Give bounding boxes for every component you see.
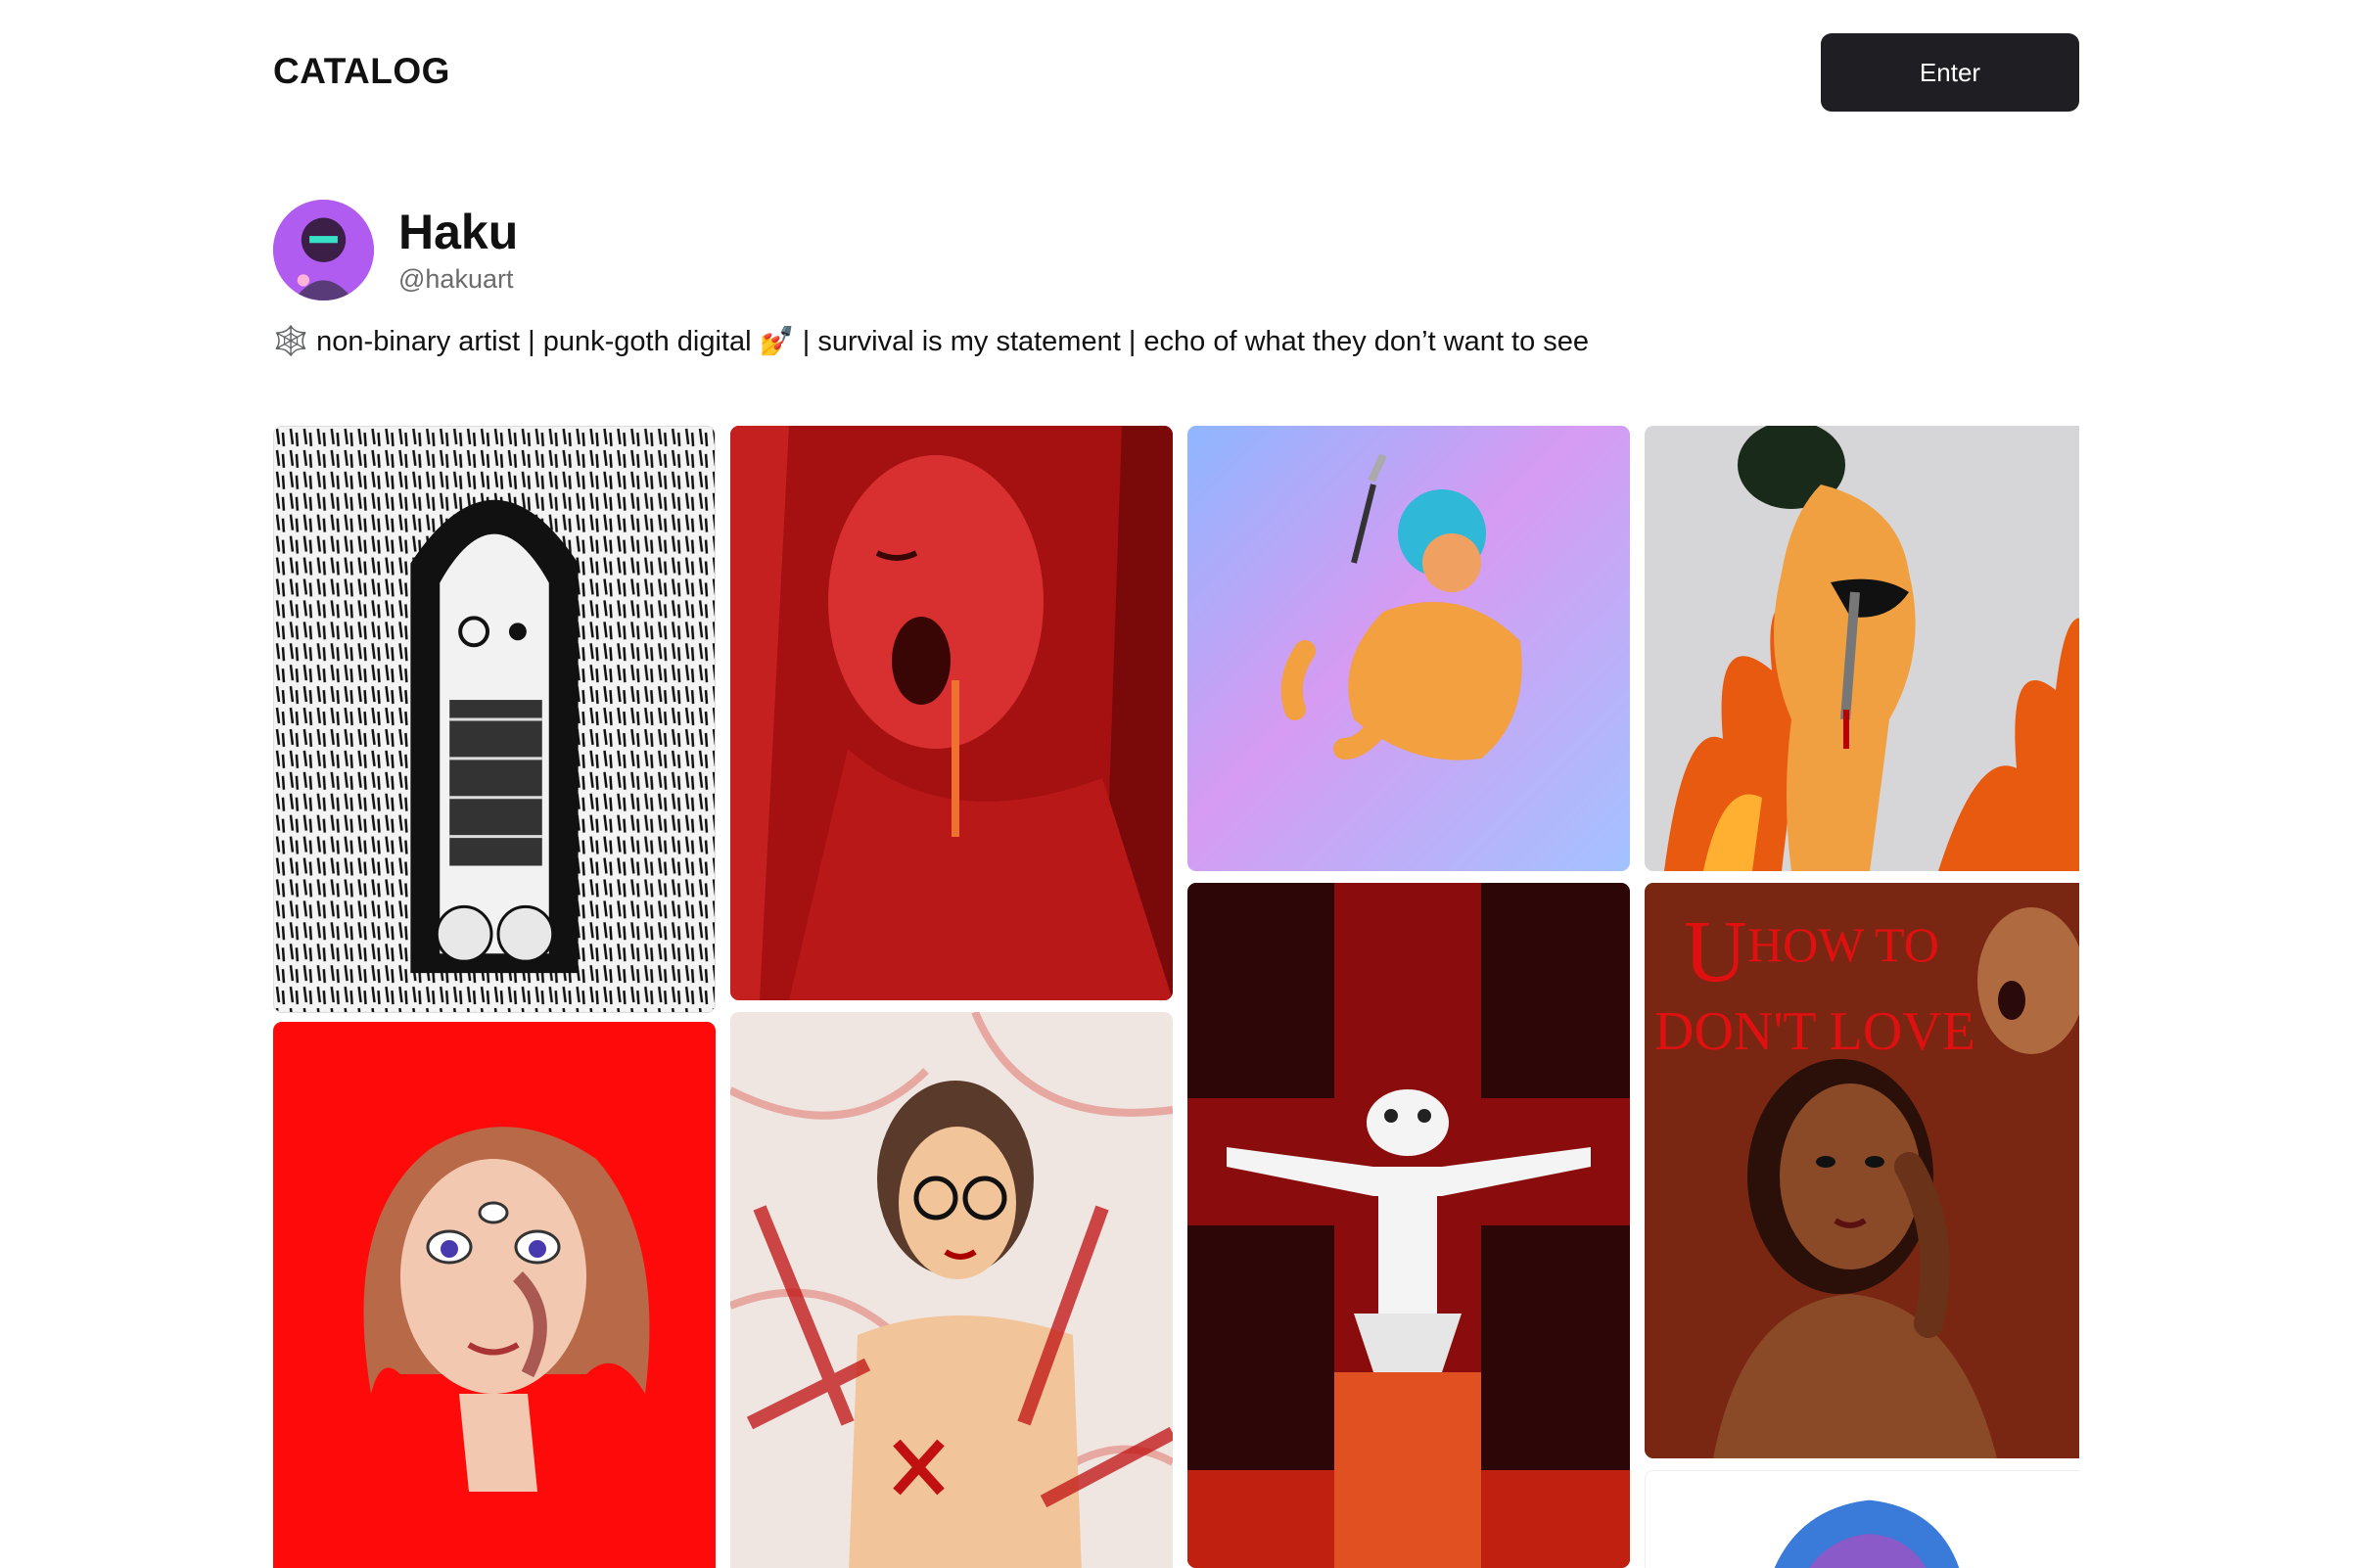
profile-bio: 🕸️ non-binary artist | punk-goth digital… xyxy=(273,326,1590,357)
enter-button[interactable]: Enter xyxy=(1821,33,2079,112)
profile-name: Haku xyxy=(398,205,519,259)
artwork-text-how-to: HOW TO xyxy=(1747,917,1939,972)
artwork-card[interactable] xyxy=(1187,883,1630,1568)
artwork-card[interactable] xyxy=(730,1012,1173,1568)
artwork-card[interactable] xyxy=(1645,1470,2079,1568)
artwork-text-dont-love: DON'T LOVE xyxy=(1654,1001,1975,1062)
artwork-text-u: U xyxy=(1684,903,1747,1000)
artwork-card[interactable]: U HOW TO DON'T LOVE xyxy=(1645,883,2079,1458)
artwork-card[interactable] xyxy=(730,426,1173,1000)
artwork-card[interactable] xyxy=(273,426,716,1013)
artwork-card[interactable] xyxy=(1645,426,2079,871)
artwork-card[interactable] xyxy=(273,1022,716,1568)
top-bar: CATALOG Enter xyxy=(273,33,2079,112)
artwork-card[interactable] xyxy=(1187,426,1630,871)
avatar xyxy=(273,200,374,300)
profile-handle: @hakuart xyxy=(398,264,514,294)
brand-logo[interactable]: CATALOG xyxy=(273,51,450,92)
artwork-gallery: U HOW TO DON'T LOVE xyxy=(273,426,2079,1568)
